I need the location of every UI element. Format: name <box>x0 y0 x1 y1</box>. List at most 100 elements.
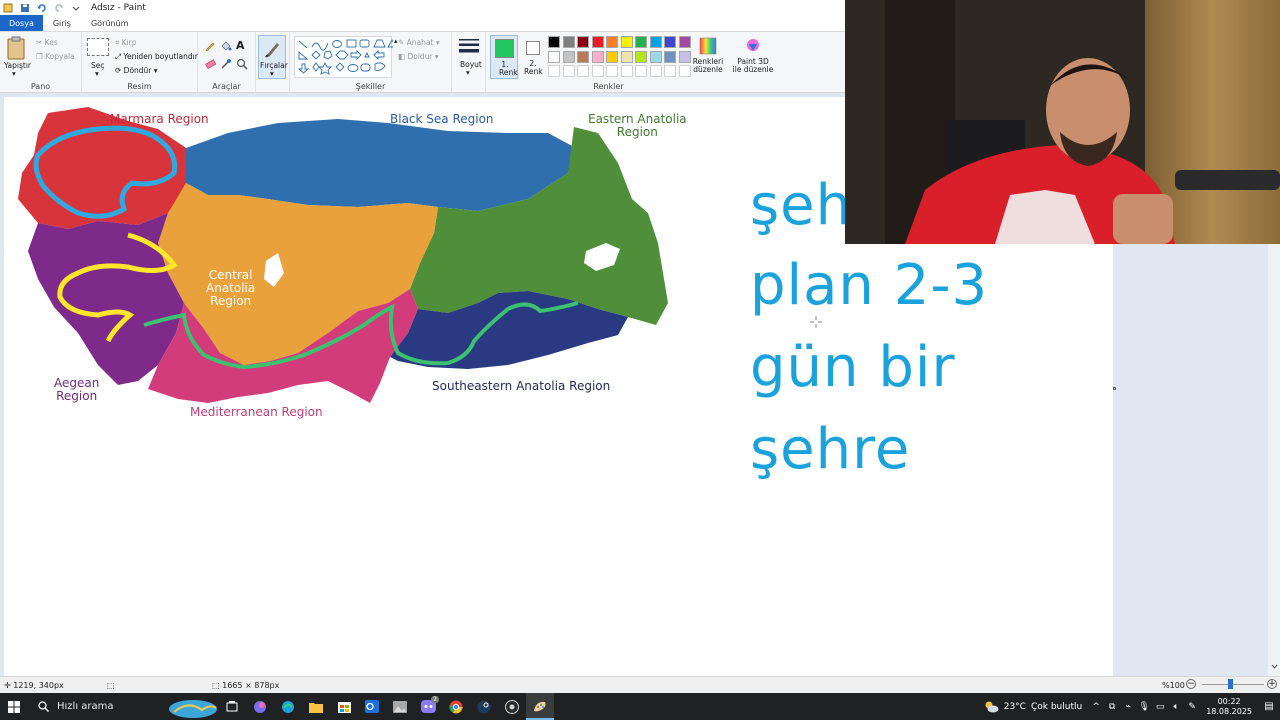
pencil-icon[interactable] <box>204 40 216 52</box>
tray-network-share-icon[interactable]: ⌁ <box>1120 702 1136 712</box>
custom-color-slot[interactable] <box>678 65 691 77</box>
task-view-button[interactable] <box>218 693 246 720</box>
copy-button[interactable]: ❐ Kopyala <box>36 52 75 61</box>
color2-button[interactable]: 2. Renk <box>522 35 544 79</box>
group-label-image: Resim <box>127 82 152 91</box>
palette-color-swatch[interactable] <box>562 36 575 48</box>
text-tool-icon[interactable]: A <box>236 39 245 52</box>
redo-icon[interactable] <box>53 2 64 13</box>
crop-button[interactable]: ⌗ Kırp <box>115 38 136 48</box>
clock[interactable]: 00:22 18.08.2025 <box>1200 697 1258 717</box>
chevron-down-icon[interactable] <box>70 2 81 13</box>
microphone-icon[interactable]: 🎙︎ <box>1136 702 1152 712</box>
custom-color-slot[interactable] <box>664 65 676 77</box>
label-blacksea: Black Sea Region <box>390 112 494 126</box>
undo-icon[interactable] <box>36 2 47 13</box>
palette-color-swatch[interactable] <box>620 50 633 63</box>
taskbar-chrome[interactable] <box>442 693 470 720</box>
zoom-slider-thumb[interactable] <box>1228 679 1233 689</box>
palette-color-swatch[interactable] <box>548 50 560 63</box>
palette-color-swatch[interactable] <box>606 50 618 63</box>
group-clipboard: Yapıştır ▾ ✂ Kes ❐ Kopyala Pano <box>0 32 82 93</box>
save-icon[interactable] <box>19 2 30 13</box>
brushes-button[interactable]: Fırçalar ▾ <box>258 35 288 79</box>
notifications-icon[interactable]: ▤ <box>1258 701 1280 712</box>
outline-button[interactable]: ✎ Anahat ▾ <box>398 38 440 47</box>
palette-color-swatch[interactable] <box>635 36 647 48</box>
tray-app-icon[interactable]: ⧉ <box>1104 702 1120 712</box>
palette-color-swatch[interactable] <box>678 36 691 48</box>
zoom-in-button[interactable]: + <box>1267 679 1277 689</box>
tray-overflow-icon[interactable]: ^ <box>1088 702 1104 712</box>
taskbar-outlook[interactable] <box>358 693 386 720</box>
palette-color-swatch[interactable] <box>649 36 662 48</box>
resize-button[interactable]: ⤢ Yeniden boyutlandır <box>115 52 198 62</box>
palette-color-swatch[interactable] <box>635 50 647 63</box>
start-button[interactable] <box>0 693 28 720</box>
palette-color-swatch[interactable] <box>664 36 676 48</box>
palette-color-swatch[interactable] <box>591 36 604 48</box>
custom-color-slot[interactable] <box>620 65 633 77</box>
scroll-down-icon[interactable] <box>1271 663 1278 670</box>
custom-color-slot[interactable] <box>562 65 575 77</box>
palette-color-swatch[interactable] <box>606 36 618 48</box>
custom-color-slot[interactable] <box>577 65 589 77</box>
size-dropdown-icon: ▾ <box>466 68 470 77</box>
custom-color-slot[interactable] <box>548 65 560 77</box>
outlook-icon <box>365 700 379 713</box>
taskbar-steam[interactable] <box>470 693 498 720</box>
palette-color-swatch[interactable] <box>577 36 589 48</box>
network-icon[interactable]: ▭ <box>1152 702 1168 712</box>
taskbar-store[interactable] <box>330 693 358 720</box>
weather-widget[interactable]: 23°C Çok bulutlu <box>977 700 1088 713</box>
group-label-colors: Renkler <box>593 82 624 91</box>
handwriting-line-1: şeh <box>750 173 853 238</box>
magnifier-icon[interactable] <box>236 58 248 70</box>
select-dropdown-icon[interactable]: ▾ <box>95 69 99 78</box>
paint3d-button[interactable]: Paint 3D ile düzenle <box>732 36 774 80</box>
taskbar-paint[interactable] <box>526 693 554 720</box>
taskbar-photos[interactable] <box>386 693 414 720</box>
color-picker-icon[interactable] <box>220 58 232 70</box>
shapes-scroll-icon[interactable]: ▴ <box>394 37 398 45</box>
rotate-button[interactable]: ⟳ Döndür ▾ <box>115 66 158 75</box>
pen-icon[interactable]: ✎ <box>1184 702 1200 712</box>
shapes-gallery[interactable] <box>294 36 397 78</box>
taskbar-copilot[interactable] <box>246 693 274 720</box>
size-button[interactable]: Boyut ▾ <box>456 36 482 78</box>
palette-color-swatch[interactable] <box>649 50 662 63</box>
tab-view[interactable]: Görünüm <box>81 15 138 31</box>
custom-color-slot[interactable] <box>649 65 662 77</box>
color1-button[interactable]: 1. Renk <box>490 35 518 79</box>
volume-icon[interactable]: 🔈︎ <box>1168 702 1184 712</box>
status-bar: ✛ 1219, 340px ⬚ ⬚ 1665 × 878px %100 − + <box>0 676 1280 693</box>
windows-icon <box>8 700 20 713</box>
custom-color-slot[interactable] <box>591 65 604 77</box>
palette-color-swatch[interactable] <box>620 36 633 48</box>
edit-colors-button[interactable]: Renkleri düzenle <box>692 36 724 80</box>
fill-bucket-icon[interactable] <box>220 40 232 52</box>
taskbar-discord[interactable]: 2 <box>414 693 442 720</box>
palette-color-swatch[interactable] <box>678 50 691 63</box>
eraser-icon[interactable] <box>204 58 216 70</box>
palette-color-swatch[interactable] <box>664 50 676 63</box>
custom-color-slot[interactable] <box>635 65 647 77</box>
search-box[interactable]: Hızlı arama <box>28 693 218 720</box>
zoom-slider[interactable] <box>1202 684 1264 685</box>
paste-dropdown-icon[interactable]: ▾ <box>12 69 16 78</box>
palette-color-swatch[interactable] <box>562 50 575 63</box>
canvas-resize-handle[interactable] <box>1113 387 1116 390</box>
select-icon[interactable] <box>87 38 109 56</box>
taskbar-edge[interactable] <box>274 693 302 720</box>
palette-color-swatch[interactable] <box>577 50 589 63</box>
fill-button[interactable]: ◧ Doldur ▾ <box>398 52 439 61</box>
tab-file[interactable]: Dosya <box>0 15 43 31</box>
palette-color-swatch[interactable] <box>548 36 560 48</box>
taskbar-explorer[interactable] <box>302 693 330 720</box>
tab-home[interactable]: Giriş <box>43 15 81 31</box>
cut-button[interactable]: ✂ Kes <box>36 38 58 47</box>
zoom-out-button[interactable]: − <box>1186 679 1196 689</box>
taskbar-obs[interactable] <box>498 693 526 720</box>
palette-color-swatch[interactable] <box>591 50 604 63</box>
custom-color-slot[interactable] <box>606 65 618 77</box>
